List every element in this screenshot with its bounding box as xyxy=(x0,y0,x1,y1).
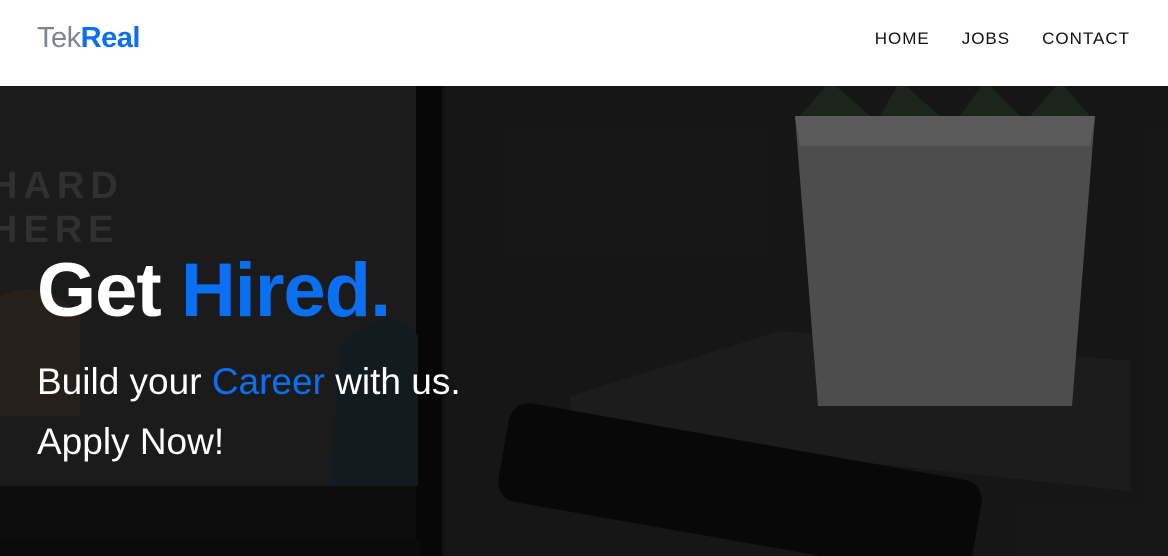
brand-logo[interactable]: TekReal xyxy=(37,20,140,56)
hero-tagline: Build your Career with us. xyxy=(37,360,461,404)
tagline-part1: Build your xyxy=(37,361,212,402)
headline-hired: Hired. xyxy=(180,248,391,333)
headline-get: Get xyxy=(37,248,181,333)
hero-cta-text: Apply Now! xyxy=(37,421,225,462)
brand-real: Real xyxy=(80,22,141,54)
tagline-career: Career xyxy=(211,361,325,402)
nav-home-link[interactable]: HOME xyxy=(875,27,930,51)
brand-tek: Tek xyxy=(37,22,81,54)
nav-contact-link[interactable]: CONTACT xyxy=(1042,27,1130,51)
main-nav: HOME JOBS CONTACT xyxy=(875,27,1130,51)
tagline-part2: with us. xyxy=(324,361,461,402)
navbar: TekReal HOME JOBS CONTACT xyxy=(0,0,1168,86)
hero-headline: Get Hired. xyxy=(37,248,391,334)
nav-jobs-link[interactable]: JOBS xyxy=(962,27,1010,51)
hero-section: HARD HERE Get Hired. Build your Career w… xyxy=(0,86,1168,556)
